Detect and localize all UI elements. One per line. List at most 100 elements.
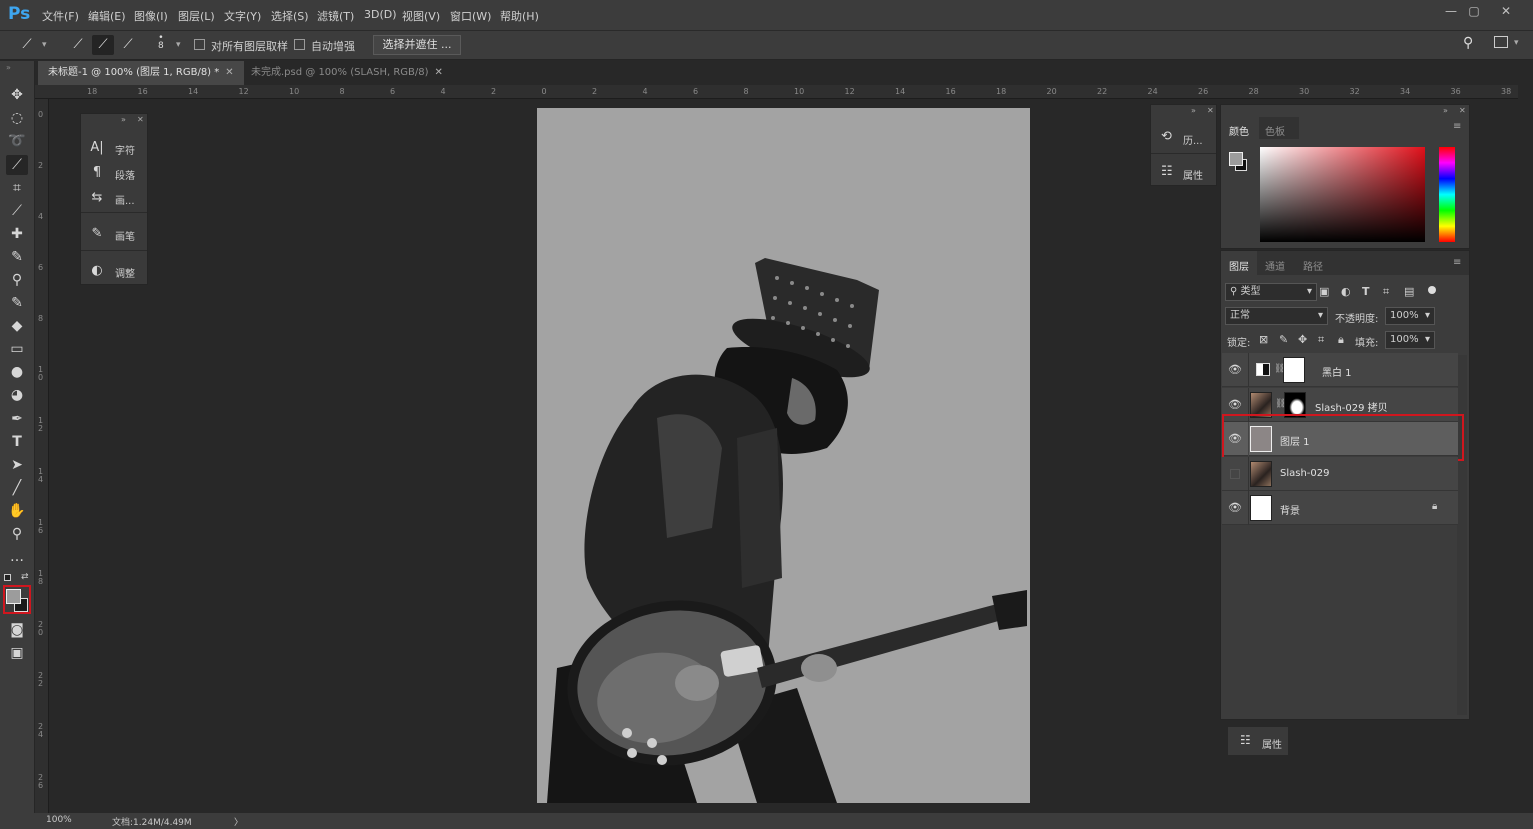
close-icon[interactable]: ✕ [225, 67, 233, 78]
visibility-eye-icon[interactable]: 👁︎ [1228, 502, 1242, 514]
close-icon[interactable]: ✕ [435, 67, 443, 78]
panel-menu-icon[interactable]: ≡ [1453, 121, 1461, 132]
layer-thumbnail[interactable] [1250, 461, 1272, 487]
workspace-icon[interactable] [1494, 36, 1508, 48]
panel-item-properties[interactable]: ☷ 属性 [1151, 158, 1216, 186]
swap-colors-icon[interactable]: ⇄ [21, 572, 29, 582]
close-icon[interactable]: ✕ [1207, 106, 1214, 115]
collapse-icon[interactable]: » [1443, 106, 1448, 115]
clone-stamp-tool-icon[interactable]: ⚲ [6, 270, 28, 290]
filter-toggle-icon[interactable] [1428, 286, 1436, 294]
panel-item-brush-settings[interactable]: ⇆ 画... [81, 186, 147, 210]
document-canvas[interactable] [537, 108, 1030, 803]
menu-select[interactable]: 选择(S) [271, 8, 309, 24]
add-to-selection-icon[interactable]: ⟋ [92, 35, 114, 55]
restore-button[interactable]: ▢ [1461, 2, 1487, 22]
brush-size-picker[interactable]: • 8 [158, 34, 164, 51]
new-selection-icon[interactable]: ⟋ [67, 35, 89, 55]
layer-name[interactable]: Slash-029 [1280, 468, 1330, 479]
expand-icon[interactable]: » [1191, 106, 1196, 115]
smart-object-filter-icon[interactable]: ▤ [1404, 285, 1414, 298]
menu-image[interactable]: 图像(I) [134, 8, 168, 24]
auto-enhance-checkbox[interactable] [294, 39, 305, 50]
layer-row-background[interactable]: 👁︎ 背景 🔒︎ [1222, 491, 1458, 525]
tab-channels[interactable]: 通道 [1265, 258, 1285, 273]
crop-tool-icon[interactable]: ⌗ [6, 178, 28, 198]
blend-mode-dropdown[interactable]: 正常 ▾ [1225, 307, 1328, 325]
tab-layers[interactable]: 图层 [1221, 251, 1257, 275]
visibility-toggle-off[interactable] [1230, 469, 1240, 479]
layer-row-slash-029[interactable]: Slash-029 [1222, 457, 1458, 491]
panel-item-history[interactable]: ⟲ 历... [1151, 123, 1216, 151]
marquee-tool-icon[interactable]: ◌ [6, 108, 28, 128]
layer-row-bw-adjustment[interactable]: 👁︎ ⛓ 黑白 1 [1222, 353, 1458, 387]
type-tool-icon[interactable]: T [6, 432, 28, 452]
shape-filter-icon[interactable]: ⌗ [1383, 285, 1389, 299]
tab-paths[interactable]: 路径 [1303, 258, 1323, 273]
layer-name[interactable]: 背景 [1280, 502, 1300, 517]
color-field-picker[interactable] [1260, 147, 1425, 242]
layers-scrollbar[interactable] [1457, 355, 1467, 715]
eraser-tool-icon[interactable]: ◆ [6, 316, 28, 336]
menu-edit[interactable]: 编辑(E) [88, 8, 126, 24]
path-selection-tool-icon[interactable]: ➤ [6, 455, 28, 475]
tool-preset-icon[interactable]: ⟋ [16, 35, 38, 55]
status-menu-arrow-icon[interactable]: 〉 [234, 815, 243, 828]
type-filter-icon[interactable]: T [1362, 285, 1370, 298]
menu-window[interactable]: 窗口(W) [450, 8, 491, 24]
menu-help[interactable]: 帮助(H) [500, 8, 539, 24]
default-colors-icon[interactable] [4, 574, 11, 581]
line-tool-icon[interactable]: ╱ [6, 478, 28, 498]
properties-panel-tab[interactable]: ☷ 属性 [1228, 727, 1288, 755]
hand-tool-icon[interactable]: ✋ [6, 501, 28, 521]
sample-all-layers-checkbox[interactable] [194, 39, 205, 50]
tab-unfinished-psd[interactable]: 未完成.psd @ 100% (SLASH, RGB/8) ✕ [241, 61, 453, 85]
menu-type[interactable]: 文字(Y) [224, 8, 261, 24]
move-tool-icon[interactable]: ✥ [6, 85, 28, 105]
workspace-chevron-icon[interactable]: ▾ [1514, 38, 1519, 48]
menu-view[interactable]: 视图(V) [402, 8, 440, 24]
brush-size-chevron-icon[interactable]: ▾ [176, 40, 181, 50]
visibility-eye-icon[interactable]: 👁︎ [1228, 399, 1242, 411]
menu-layer[interactable]: 图层(L) [178, 8, 215, 24]
layer-name[interactable]: 黑白 1 [1322, 364, 1352, 379]
menu-filter[interactable]: 滤镜(T) [317, 8, 354, 24]
collapse-icon[interactable]: » [121, 115, 126, 124]
menu-3d[interactable]: 3D(D) [364, 8, 397, 21]
search-icon[interactable]: ⚲ [1463, 35, 1473, 51]
foreground-color-swatch[interactable] [1229, 152, 1243, 166]
lasso-tool-icon[interactable]: ➰ [6, 131, 28, 151]
fill-field[interactable]: 100% ▾ [1385, 331, 1435, 349]
quick-selection-tool-icon[interactable]: ⟋ [6, 155, 28, 175]
layer-mask-thumbnail[interactable] [1283, 357, 1305, 383]
zoom-tool-icon[interactable]: ⚲ [6, 524, 28, 544]
pixel-filter-icon[interactable]: ▣ [1319, 285, 1329, 298]
lock-position-icon[interactable]: ✥ [1298, 333, 1307, 346]
layer-name[interactable]: Slash-029 拷贝 [1315, 399, 1388, 414]
gradient-tool-icon[interactable]: ▭ [6, 339, 28, 359]
zoom-level[interactable]: 100% [46, 815, 72, 825]
tab-color[interactable]: 颜色 [1221, 117, 1259, 139]
menu-file[interactable]: 文件(F) [42, 8, 79, 24]
opacity-field[interactable]: 100% ▾ [1385, 307, 1435, 325]
panel-item-paragraph[interactable]: ¶ 段落 [81, 161, 147, 185]
close-icon[interactable]: ✕ [1459, 106, 1466, 115]
hue-slider[interactable] [1439, 147, 1455, 242]
quick-mask-icon[interactable]: ◙ [6, 620, 28, 640]
visibility-eye-icon[interactable]: 👁︎ [1228, 364, 1242, 376]
close-button[interactable]: ✕ [1493, 2, 1519, 22]
brush-tool-icon[interactable]: ✎ [6, 247, 28, 267]
layer-filter-dropdown[interactable]: ⚲ 类型 ▾ [1225, 283, 1317, 301]
tab-swatches[interactable]: 色板 [1259, 117, 1299, 139]
tab-untitled-1[interactable]: 未标题-1 @ 100% (图层 1, RGB/8) * ✕ [38, 61, 244, 85]
adjustment-filter-icon[interactable]: ◐ [1341, 285, 1351, 298]
lock-image-icon[interactable]: ✎ [1279, 333, 1288, 346]
panel-menu-icon[interactable]: ≡ [1453, 257, 1461, 268]
blur-tool-icon[interactable]: ● [6, 362, 28, 382]
chevron-down-icon[interactable]: ▾ [42, 40, 47, 50]
close-icon[interactable]: ✕ [137, 115, 144, 124]
lock-artboard-icon[interactable]: ⌗ [1318, 333, 1324, 347]
screen-mode-icon[interactable]: ▣ [6, 643, 28, 663]
layer-thumbnail[interactable] [1250, 495, 1272, 521]
lock-all-icon[interactable]: 🔒︎ [1338, 333, 1344, 347]
